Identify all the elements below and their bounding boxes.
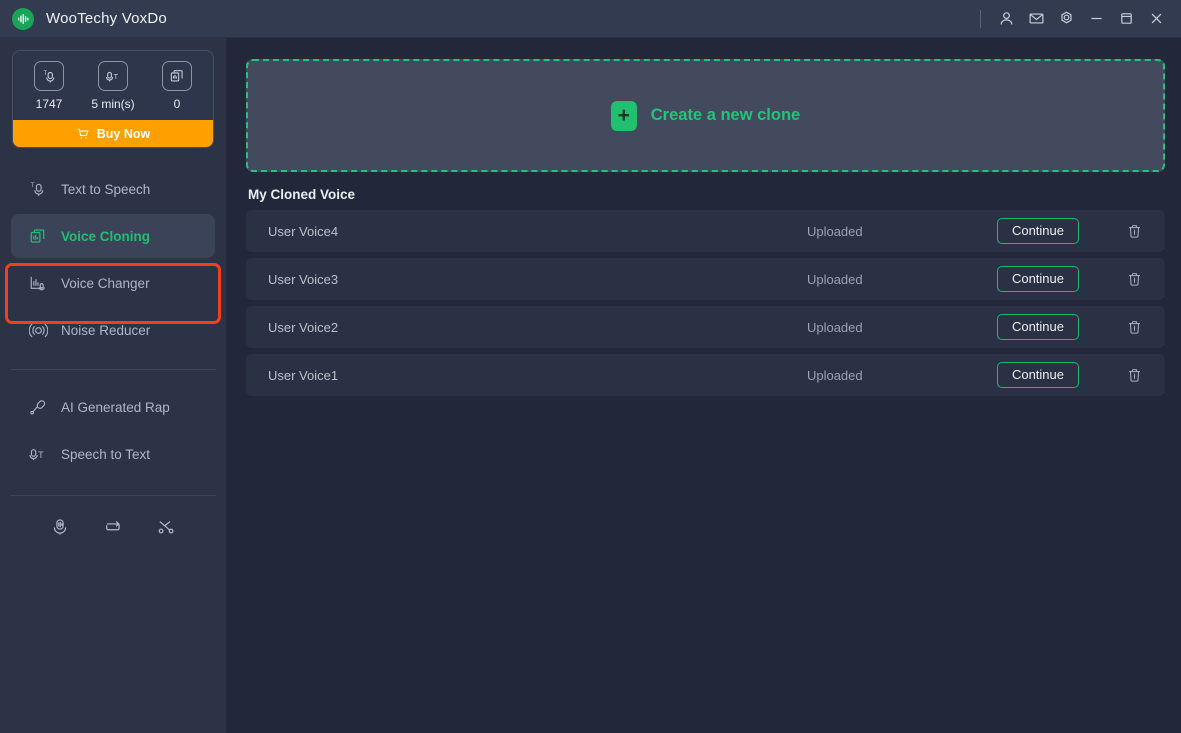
application-window: WooTechy VoxDo	[0, 0, 1181, 733]
page-title: My Cloned Voice	[248, 187, 1165, 202]
table-row: User Voice4 Uploaded Continue	[246, 210, 1165, 252]
dropzone-inner: + Create a new clone	[611, 101, 800, 131]
sidebar-nav-secondary: AI Generated Rap T Speech to Text	[0, 382, 226, 479]
sidebar-divider-bottom	[10, 495, 216, 496]
sidebar-item-label: Speech to Text	[61, 447, 150, 462]
buy-now-label: Buy Now	[97, 127, 150, 141]
sidebar-item-ai-generated-rap[interactable]: AI Generated Rap	[11, 385, 215, 429]
close-button[interactable]	[1141, 4, 1171, 34]
text-to-speech-credit-icon: T	[34, 61, 64, 91]
sidebar: T 1747	[0, 38, 227, 733]
status-badge: Uploaded	[807, 224, 997, 239]
app-title: WooTechy VoxDo	[46, 10, 167, 27]
gear-icon[interactable]	[1051, 4, 1081, 34]
svg-text:T: T	[30, 181, 34, 188]
create-new-clone-dropzone[interactable]: + Create a new clone	[246, 59, 1165, 172]
credit-value: 1747	[36, 97, 63, 111]
plus-icon: +	[611, 101, 637, 131]
sidebar-item-label: Noise Reducer	[61, 323, 150, 338]
mail-icon[interactable]	[1021, 4, 1051, 34]
window-body: T 1747	[0, 38, 1181, 733]
noise-reducer-icon	[28, 320, 48, 340]
create-new-clone-label: Create a new clone	[651, 106, 800, 125]
continue-button[interactable]: Continue	[997, 266, 1079, 292]
voice-name: User Voice4	[268, 224, 807, 239]
audio-cutter-icon[interactable]	[153, 514, 179, 540]
voice-cloning-icon	[28, 226, 48, 246]
sidebar-item-label: AI Generated Rap	[61, 400, 170, 415]
voice-name: User Voice1	[268, 368, 807, 383]
sidebar-divider	[10, 369, 216, 370]
cloned-voice-list: User Voice4 Uploaded Continue User Voice…	[246, 210, 1165, 396]
voice-name: User Voice2	[268, 320, 807, 335]
sidebar-item-text-to-speech[interactable]: T Text to Speech	[11, 167, 215, 211]
format-converter-icon[interactable]	[100, 514, 126, 540]
sidebar-item-label: Voice Cloning	[61, 229, 150, 244]
continue-button[interactable]: Continue	[997, 314, 1079, 340]
ai-generated-rap-icon	[28, 397, 48, 417]
table-row: User Voice1 Uploaded Continue	[246, 354, 1165, 396]
buy-now-button[interactable]: Buy Now	[13, 120, 213, 147]
voice-clone-credit-icon	[162, 61, 192, 91]
voice-changer-icon	[28, 273, 48, 293]
trash-icon[interactable]	[1123, 268, 1145, 290]
voice-name: User Voice3	[268, 272, 807, 287]
sidebar-item-label: Text to Speech	[61, 182, 150, 197]
sidebar-item-noise-reducer[interactable]: Noise Reducer	[11, 308, 215, 352]
sidebar-nav-primary: T Text to Speech	[0, 164, 226, 355]
status-badge: Uploaded	[807, 368, 997, 383]
account-icon[interactable]	[991, 4, 1021, 34]
credit-text-to-speech: T 1747	[17, 61, 81, 111]
table-row: User Voice3 Uploaded Continue	[246, 258, 1165, 300]
table-row: User Voice2 Uploaded Continue	[246, 306, 1165, 348]
title-bar: WooTechy VoxDo	[0, 0, 1181, 38]
voice-recorder-icon[interactable]	[47, 514, 73, 540]
continue-button[interactable]: Continue	[997, 362, 1079, 388]
continue-button[interactable]: Continue	[997, 218, 1079, 244]
sidebar-item-voice-cloning[interactable]: Voice Cloning	[11, 214, 215, 258]
trash-icon[interactable]	[1123, 364, 1145, 386]
trash-icon[interactable]	[1123, 316, 1145, 338]
speech-to-text-credit-icon: T	[98, 61, 128, 91]
svg-text:T: T	[38, 449, 44, 459]
sidebar-item-voice-changer[interactable]: Voice Changer	[11, 261, 215, 305]
maximize-button[interactable]	[1111, 4, 1141, 34]
app-logo-icon	[12, 8, 34, 30]
text-to-speech-icon: T	[28, 179, 48, 199]
status-badge: Uploaded	[807, 272, 997, 287]
svg-text:T: T	[43, 70, 47, 76]
trash-icon[interactable]	[1123, 220, 1145, 242]
sidebar-tool-row	[0, 508, 226, 540]
svg-text:T: T	[113, 72, 118, 81]
status-badge: Uploaded	[807, 320, 997, 335]
credit-value: 0	[174, 97, 181, 111]
credit-voice-clone: 0	[145, 61, 209, 111]
credit-row: T 1747	[13, 51, 213, 120]
cart-icon	[76, 127, 90, 141]
credit-speech-to-text: T 5 min(s)	[81, 61, 145, 111]
minimize-button[interactable]	[1081, 4, 1111, 34]
credit-panel: T 1747	[12, 50, 214, 148]
titlebar-divider	[980, 10, 981, 28]
credit-value: 5 min(s)	[91, 97, 134, 111]
main-content: + Create a new clone My Cloned Voice Use…	[227, 38, 1181, 733]
sidebar-item-speech-to-text[interactable]: T Speech to Text	[11, 432, 215, 476]
sidebar-item-label: Voice Changer	[61, 276, 150, 291]
speech-to-text-icon: T	[28, 444, 48, 464]
